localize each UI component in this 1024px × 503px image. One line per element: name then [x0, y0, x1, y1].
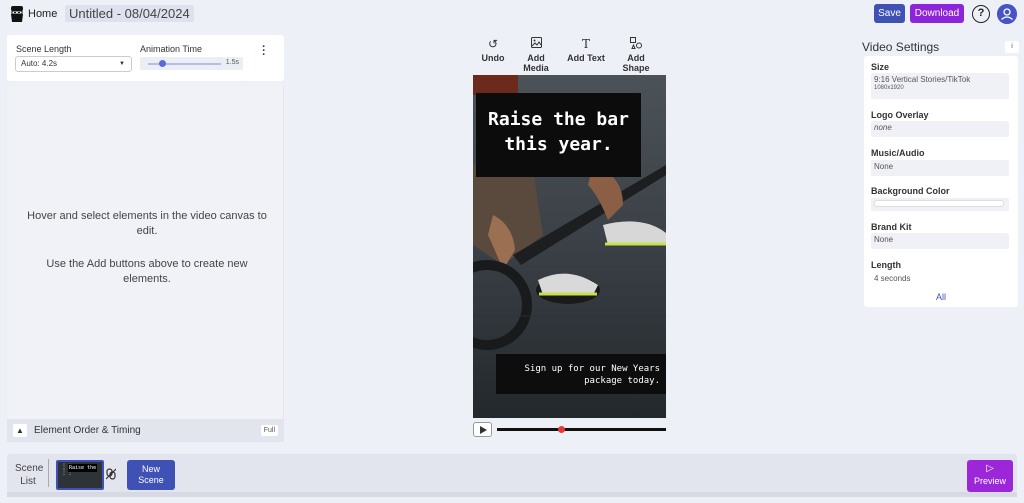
undo-label: Undo: [481, 53, 505, 63]
project-title-input[interactable]: Untitled - 08/04/2024: [65, 5, 194, 22]
size-select[interactable]: 9:16 Vertical Stories/TikTok 1080x1920: [871, 73, 1009, 99]
element-order-label: Element Order & Timing: [34, 425, 141, 436]
home-link[interactable]: Home: [28, 8, 57, 20]
scene-thumbnail[interactable]: ⋮⋮ ⋮⋮ Raise the: [56, 460, 104, 490]
background-color-picker[interactable]: [871, 198, 1009, 211]
background-color-label: Background Color: [871, 186, 950, 196]
image-icon: [514, 37, 558, 51]
chevron-down-icon: ▼: [119, 61, 125, 67]
add-shape-button[interactable]: Add Shape: [614, 37, 658, 73]
scene-length-select[interactable]: Auto: 4.2s ▼: [15, 56, 132, 72]
promo-subtext[interactable]: Sign up for our New Years package today.: [496, 354, 666, 394]
divider: [48, 459, 49, 487]
play-icon: [480, 426, 487, 434]
animation-time-label: Animation Time: [140, 44, 203, 54]
add-media-button[interactable]: Add Media: [514, 37, 558, 73]
animation-time-slider[interactable]: 1.5s: [140, 57, 243, 70]
slider-thumb[interactable]: [159, 60, 166, 67]
download-button[interactable]: Download: [910, 4, 964, 23]
preview-label: Preview: [973, 476, 1006, 486]
video-settings-card: Size 9:16 Vertical Stories/TikTok 1080x1…: [864, 56, 1018, 307]
scene-length-label: Scene Length: [16, 44, 72, 54]
add-shape-label: Add Shape: [622, 53, 650, 73]
size-dims: 1080x1920: [874, 85, 904, 91]
animation-time-value: 1.5s: [225, 59, 239, 66]
size-value: 9:16 Vertical Stories/TikTok: [874, 75, 971, 84]
text-icon: T: [581, 37, 590, 51]
preview-button[interactable]: ▷ Preview: [967, 460, 1013, 492]
all-settings-link[interactable]: All: [864, 292, 1018, 302]
scene-settings-card: Scene Length Auto: 4.2s ▼ Animation Time…: [7, 35, 284, 81]
undo-button[interactable]: ↺ Undo: [480, 37, 506, 63]
element-edit-panel: Hover and select elements in the video c…: [7, 86, 284, 442]
thumbnail-text: Raise the: [68, 464, 98, 472]
length-value: 4 seconds: [874, 274, 911, 283]
size-label: Size: [871, 62, 890, 72]
shapes-icon: [614, 37, 658, 51]
help-icon[interactable]: ?: [972, 5, 990, 23]
brand-kit-select[interactable]: None: [871, 233, 1009, 249]
more-options-icon[interactable]: · · ·: [261, 42, 267, 61]
chevron-up-icon[interactable]: ▲: [13, 424, 27, 437]
length-label: Length: [871, 260, 901, 270]
play-outline-icon: ▷: [986, 463, 994, 474]
scene-length-value: Auto: 4.2s: [21, 59, 58, 68]
add-text-label: Add Text: [567, 53, 605, 63]
new-scene-label: New Scene: [138, 464, 164, 485]
logo-overlay-label: Logo Overlay: [871, 110, 929, 120]
new-scene-button[interactable]: New Scene: [127, 460, 175, 490]
undo-icon: ↺: [487, 37, 499, 51]
video-canvas[interactable]: Raise the bar this year. Sign up for our…: [473, 75, 666, 418]
play-button[interactable]: [473, 422, 492, 437]
color-swatch: [874, 200, 1004, 207]
add-media-label: Add Media: [523, 53, 549, 73]
logo-overlay-select[interactable]: none: [871, 121, 1009, 137]
element-order-bar[interactable]: ▲ Element Order & Timing Full: [7, 419, 284, 442]
hint-add-elements: Use the Add buttons above to create new …: [46, 258, 248, 285]
music-select[interactable]: None: [871, 160, 1009, 176]
user-avatar-icon[interactable]: [997, 4, 1017, 24]
scene-list-label: Scene List: [15, 463, 44, 487]
brand-kit-label: Brand Kit: [871, 222, 912, 232]
add-text-button[interactable]: T Add Text: [567, 37, 605, 63]
video-settings-title: Video Settings: [862, 40, 940, 54]
music-label: Music/Audio: [871, 148, 925, 158]
scene-list-scrollbar[interactable]: [7, 492, 1017, 497]
playhead-knob[interactable]: [558, 426, 565, 433]
headline-text[interactable]: Raise the bar this year.: [476, 93, 641, 177]
save-button[interactable]: Save: [874, 4, 905, 23]
playback-timeline[interactable]: [497, 426, 666, 433]
hint-select-elements: Hover and select elements in the video c…: [27, 210, 267, 237]
unlink-icon[interactable]: [106, 468, 116, 480]
full-button[interactable]: Full: [260, 425, 278, 436]
top-bar: Home Untitled - 08/04/2024 Save Download…: [0, 0, 1024, 28]
ninja-logo-icon[interactable]: [9, 5, 25, 23]
info-icon[interactable]: i: [1005, 41, 1019, 53]
